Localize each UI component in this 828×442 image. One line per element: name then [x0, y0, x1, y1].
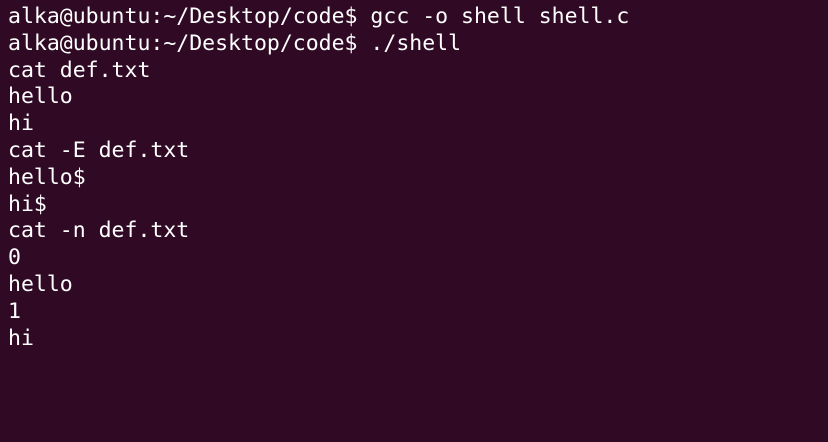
terminal-window[interactable]: alka@ubuntu:~/Desktop/code$ gcc -o shell…	[0, 0, 828, 442]
terminal-line: hello$	[8, 164, 86, 190]
terminal-line: alka@ubuntu:~/Desktop/code$ ./shell	[8, 30, 462, 56]
terminal-line: hi	[8, 325, 34, 351]
terminal-line: cat -E def.txt	[8, 137, 190, 163]
terminal-line: cat -n def.txt	[8, 218, 190, 244]
terminal-line: alka@ubuntu:~/Desktop/code$ gcc -o shell…	[8, 4, 630, 29]
terminal-line: hello	[8, 84, 73, 110]
terminal-line: hi$	[8, 191, 47, 217]
terminal-line: 1	[8, 298, 21, 324]
terminal-line: hello	[8, 271, 73, 297]
terminal-line: cat def.txt	[8, 57, 151, 83]
terminal-line: 0	[8, 245, 21, 271]
terminal-line: hi	[8, 111, 34, 137]
